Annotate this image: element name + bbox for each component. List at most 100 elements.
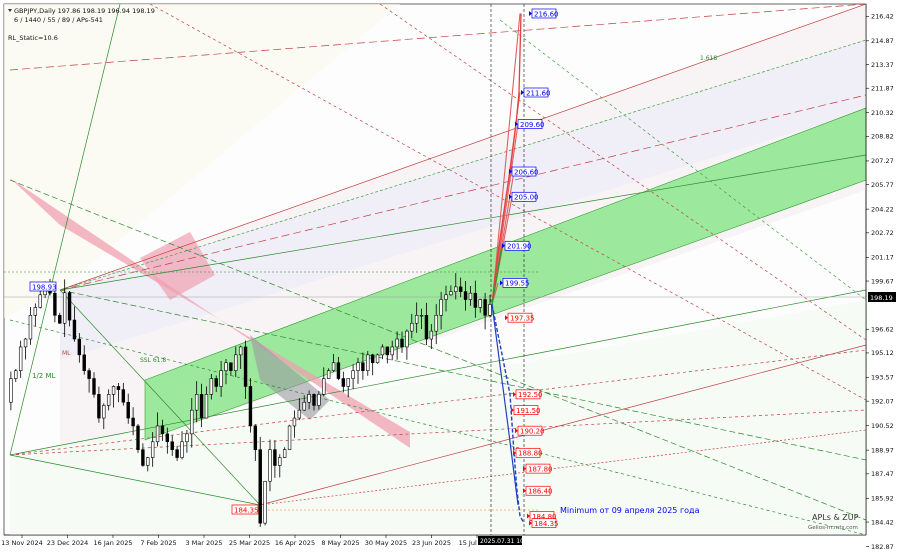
candle-body bbox=[111, 386, 116, 395]
price-chart[interactable]: 1/2 ML ML SSL 61.8 1.618 198.93 184.35 2… bbox=[0, 0, 900, 553]
price-tick-label: 187.47 bbox=[871, 470, 894, 478]
target-box-label: 186.40 bbox=[528, 488, 553, 496]
candle-body bbox=[28, 315, 33, 340]
svg-text:198.93: 198.93 bbox=[32, 284, 57, 292]
target-up-box: 199.55 bbox=[500, 278, 530, 288]
candle-body bbox=[194, 394, 199, 411]
candle-body bbox=[331, 362, 336, 371]
candle-body bbox=[238, 346, 243, 356]
candle-body bbox=[405, 330, 409, 348]
price-tick-label: 214.87 bbox=[871, 37, 894, 45]
time-tick-label: 8 May 2025 bbox=[321, 539, 359, 547]
price-tick-label: 193.57 bbox=[871, 374, 894, 382]
candle-body bbox=[170, 441, 174, 450]
candle-body bbox=[468, 292, 473, 300]
price-tick-label: 190.52 bbox=[871, 422, 894, 430]
candle-body bbox=[317, 394, 321, 406]
level-label: 1.618 bbox=[700, 55, 717, 62]
price-tick-label: 205.77 bbox=[871, 181, 894, 189]
target-up-box: 216.60 bbox=[529, 8, 559, 19]
price-tick-label: 204.22 bbox=[871, 205, 894, 213]
candle-body bbox=[58, 315, 62, 324]
candle-body bbox=[390, 346, 394, 356]
candle-body bbox=[385, 346, 390, 356]
candle-body bbox=[219, 370, 223, 387]
target-down-box: 186.40 bbox=[523, 485, 553, 496]
time-tick-label: 16 Jan 2025 bbox=[94, 539, 133, 547]
price-tick-label: 182.87 bbox=[871, 543, 894, 551]
target-box-label: 191.50 bbox=[516, 407, 541, 415]
candle-body bbox=[302, 401, 306, 411]
candle-body bbox=[478, 299, 482, 308]
candle-body bbox=[414, 315, 419, 324]
half-ml-label: 1/2 ML bbox=[32, 372, 56, 380]
price-tick-label: 196.62 bbox=[871, 326, 894, 334]
price-tick-label: 195.12 bbox=[871, 349, 894, 357]
candle-body bbox=[424, 315, 429, 340]
current-price-tag: 198.19 bbox=[868, 292, 896, 302]
candle-body bbox=[473, 292, 478, 308]
target-up-box: 205.00 bbox=[509, 191, 539, 202]
target-up-box: 209.60 bbox=[515, 119, 545, 129]
candle-body bbox=[380, 346, 385, 356]
candle-body bbox=[82, 354, 86, 371]
candle-body bbox=[400, 338, 404, 348]
candle-body bbox=[209, 378, 214, 395]
candle-body bbox=[287, 425, 292, 450]
target-down-box: 190.20 bbox=[515, 425, 545, 436]
price-tick-label: 185.92 bbox=[871, 495, 894, 503]
target-box-label: 206.60 bbox=[514, 168, 539, 176]
candle-body bbox=[14, 370, 18, 379]
candle-body bbox=[141, 449, 145, 466]
candle-body bbox=[67, 292, 72, 321]
candle-body bbox=[434, 315, 438, 332]
candle-body bbox=[375, 354, 380, 364]
target-down-box: 197.35 bbox=[505, 312, 535, 323]
target-box-label: 211.60 bbox=[526, 89, 551, 97]
candle-body bbox=[23, 338, 28, 348]
candle-body bbox=[370, 354, 375, 364]
time-tick-label: 3 Mar 2025 bbox=[185, 539, 222, 547]
price-tick-label: 210.32 bbox=[871, 109, 894, 117]
symbol-line: GBPJPY,Daily 197.86 198.19 196.94 198.19 bbox=[14, 7, 155, 15]
candle-body bbox=[307, 394, 311, 403]
target-down-box: 187.80 bbox=[523, 463, 553, 474]
time-tick-label: 16 Apr 2025 bbox=[275, 539, 315, 547]
target-box-label: 201.90 bbox=[507, 243, 532, 251]
candle-body bbox=[175, 449, 179, 458]
candle-body bbox=[18, 346, 23, 371]
candle-body bbox=[62, 292, 67, 324]
target-box-label: 188.80 bbox=[518, 450, 543, 458]
candle-body bbox=[248, 386, 253, 427]
candle-body bbox=[292, 417, 297, 427]
candle-body bbox=[9, 378, 13, 403]
watermark-site: Gelios-m.mts.com bbox=[808, 525, 858, 531]
price-tick-label: 208.82 bbox=[871, 133, 894, 141]
target-down-box: 191.50 bbox=[511, 405, 541, 416]
candle-body bbox=[258, 449, 262, 524]
candle-body bbox=[243, 346, 248, 387]
candle-body bbox=[366, 354, 370, 371]
candle-body bbox=[87, 370, 91, 379]
price-tick-label: 188.97 bbox=[871, 446, 894, 454]
candle-body bbox=[190, 409, 194, 435]
candle-body bbox=[444, 294, 448, 300]
time-tick-label: 23 Dec 2024 bbox=[47, 539, 89, 547]
candle-body bbox=[92, 378, 96, 395]
target-box-label: 209.60 bbox=[520, 121, 545, 129]
candle-body bbox=[33, 307, 38, 316]
target-box-label: 199.55 bbox=[505, 280, 530, 288]
candle-body bbox=[38, 294, 42, 308]
candle-body bbox=[160, 425, 165, 435]
candle-body bbox=[150, 441, 155, 458]
candle-body bbox=[263, 480, 267, 524]
candle-body bbox=[458, 286, 463, 292]
target-box-label: 190.20 bbox=[520, 427, 545, 435]
candle-body bbox=[199, 394, 204, 419]
candle-body bbox=[278, 457, 282, 466]
candle-body bbox=[106, 394, 111, 406]
price-tick-label: 213.37 bbox=[871, 61, 894, 69]
current-time-tag: 2025.07.31 10:44 bbox=[478, 536, 534, 545]
candle-body bbox=[165, 433, 170, 443]
target-box-label: 192.50 bbox=[518, 391, 543, 399]
